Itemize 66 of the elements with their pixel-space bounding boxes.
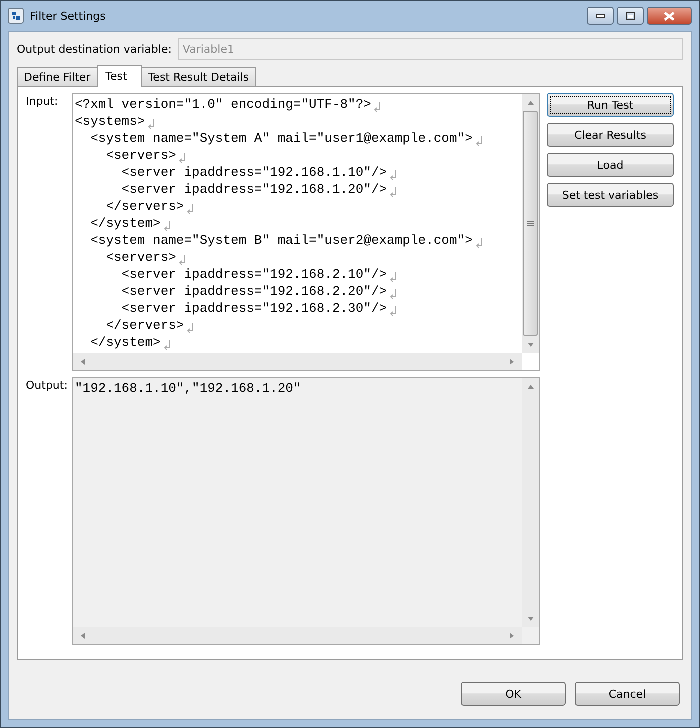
action-button[interactable]: Clear Results bbox=[547, 123, 674, 147]
action-button[interactable]: Run Test bbox=[547, 93, 674, 117]
code-line: </servers> bbox=[105, 317, 184, 334]
window-title: Filter Settings bbox=[30, 10, 106, 22]
code-line: <servers> bbox=[105, 147, 176, 164]
code-line: <server ipaddress="192.168.2.20"/> bbox=[120, 283, 388, 300]
horizontal-scrollbar[interactable] bbox=[73, 353, 522, 370]
line-break-icon bbox=[162, 221, 172, 232]
line-break-icon bbox=[474, 136, 484, 147]
line-break-icon bbox=[389, 170, 398, 181]
line-break-icon bbox=[186, 323, 196, 334]
scroll-up-arrow-icon[interactable] bbox=[526, 98, 534, 106]
tab[interactable]: Define Filter bbox=[17, 67, 98, 86]
line-break-icon bbox=[186, 204, 196, 215]
input-editor[interactable] bbox=[72, 93, 540, 371]
code-line: </system> bbox=[90, 334, 161, 351]
code-line: <server ipaddress="192.168.2.30"/> bbox=[120, 300, 388, 317]
code-line: <server ipaddress="192.168.1.10"/> bbox=[120, 164, 388, 181]
line-break-icon bbox=[389, 289, 398, 300]
close-icon bbox=[664, 12, 675, 20]
scroll-left-arrow-icon[interactable] bbox=[79, 358, 87, 366]
scroll-down-arrow-icon[interactable] bbox=[526, 340, 534, 348]
scroll-up-arrow-icon[interactable] bbox=[526, 382, 534, 390]
code-line: <server ipaddress="192.168.2.10"/> bbox=[120, 266, 388, 283]
line-break-icon bbox=[162, 340, 172, 351]
code-line: </system> bbox=[90, 215, 161, 232]
cancel-button[interactable]: Cancel bbox=[575, 682, 680, 706]
scroll-right-arrow-icon[interactable] bbox=[508, 632, 516, 640]
ok-button[interactable]: OK bbox=[461, 682, 566, 706]
line-break-icon bbox=[373, 102, 382, 113]
code-line: <server ipaddress="192.168.1.20"/> bbox=[120, 181, 388, 198]
line-break-icon bbox=[147, 119, 156, 130]
line-break-icon bbox=[178, 153, 188, 164]
maximize-icon bbox=[626, 12, 635, 20]
tab[interactable]: Test Result Details bbox=[141, 67, 256, 86]
line-break-icon bbox=[474, 238, 484, 249]
output-label: Output: bbox=[26, 378, 69, 394]
line-break-icon bbox=[389, 272, 398, 283]
app-icon bbox=[8, 8, 24, 24]
action-button[interactable]: Set test variables bbox=[547, 183, 674, 207]
line-break-icon bbox=[389, 187, 398, 198]
scroll-left-arrow-icon[interactable] bbox=[79, 632, 87, 640]
minimize-icon bbox=[596, 14, 605, 18]
code-line: <system name="System A" mail="user1@example.com"> bbox=[90, 130, 473, 147]
line-break-icon bbox=[178, 255, 188, 266]
code-line: <?xml version="1.0" encoding="UTF-8"?> bbox=[75, 96, 372, 113]
minimize-button[interactable] bbox=[587, 7, 614, 25]
maximize-button[interactable] bbox=[617, 7, 644, 25]
output-text: "192.168.1.10","192.168.1.20" bbox=[75, 381, 302, 396]
output-variable-label: Output destination variable: bbox=[17, 42, 172, 56]
vertical-scrollbar[interactable] bbox=[522, 378, 539, 627]
close-button[interactable] bbox=[647, 7, 692, 25]
line-break-icon bbox=[389, 306, 398, 317]
code-line: </servers> bbox=[105, 198, 184, 215]
tab[interactable]: Test bbox=[96, 65, 142, 87]
scroll-down-arrow-icon[interactable] bbox=[526, 614, 534, 622]
output-area[interactable]: "192.168.1.10","192.168.1.20" bbox=[72, 377, 540, 645]
code-line: <system name="System B" mail="user2@example.com"> bbox=[90, 232, 473, 249]
code-line: <systems> bbox=[75, 113, 146, 130]
action-button[interactable]: Load bbox=[547, 153, 674, 177]
code-line: <servers> bbox=[105, 249, 176, 266]
input-label: Input: bbox=[26, 94, 60, 110]
vertical-scrollbar[interactable] bbox=[522, 94, 539, 353]
scroll-right-arrow-icon[interactable] bbox=[508, 358, 516, 366]
scrollbar-thumb[interactable] bbox=[523, 111, 538, 336]
horizontal-scrollbar[interactable] bbox=[73, 627, 522, 644]
